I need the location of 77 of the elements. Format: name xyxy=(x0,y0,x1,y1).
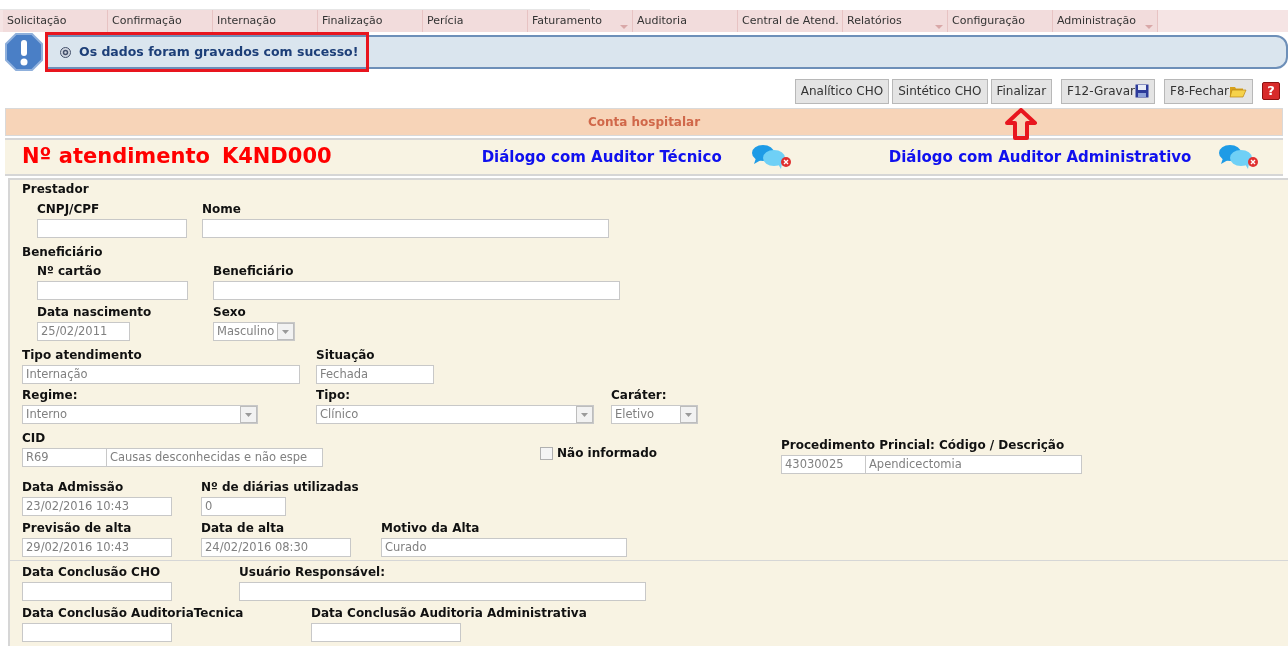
menu-item[interactable]: Administração xyxy=(1053,10,1158,32)
toolbar-button[interactable]: Sintético CHO xyxy=(892,78,988,104)
toolbar-button[interactable]: F8-Fechar xyxy=(1164,78,1253,104)
input-field[interactable] xyxy=(202,219,609,238)
input-field[interactable] xyxy=(311,623,461,642)
menu-item[interactable]: Relatórios xyxy=(843,10,948,32)
field-label: Data Conclusão AuditoriaTecnica xyxy=(22,605,245,621)
input-field[interactable] xyxy=(239,582,646,601)
field-label: Motivo da Alta xyxy=(381,520,481,536)
input-field[interactable]: 0 xyxy=(201,497,286,516)
dropdown[interactable]: Masculino xyxy=(213,322,295,341)
input-field[interactable]: 23/02/2016 10:43 xyxy=(22,497,172,516)
field-label: Nº cartão xyxy=(37,263,103,279)
field-label: Nome xyxy=(202,201,242,217)
section-header: Conta hospitalar xyxy=(6,109,1282,135)
section-label: Beneficiário xyxy=(22,244,104,260)
field-label: Sexo xyxy=(213,304,247,320)
alert-icon xyxy=(5,33,43,71)
input-field[interactable] xyxy=(37,219,187,238)
input-field[interactable] xyxy=(22,582,172,601)
checkbox-label: Não informado xyxy=(557,445,658,462)
field-label: Procedimento Princial: Código / Descrição xyxy=(781,437,1066,453)
field-label: Tipo: xyxy=(316,387,351,403)
dropdown[interactable]: Clínico xyxy=(316,405,594,424)
menu-item[interactable]: Confirmação xyxy=(108,10,213,32)
toolbar-button[interactable]: Analítico CHO xyxy=(794,78,890,104)
menu-item[interactable]: Internação xyxy=(213,10,318,32)
field-label: Usuário Responsável: xyxy=(239,564,386,580)
field-label: Data nascimento xyxy=(37,304,153,320)
menu-item[interactable]: Finalização xyxy=(318,10,423,32)
field-label: Data de alta xyxy=(201,520,286,536)
input-field[interactable]: 43030025 xyxy=(781,455,866,474)
dialog-link[interactable]: Diálogo com Auditor Administrativo xyxy=(888,145,1192,169)
field-label: Situação xyxy=(316,347,376,363)
field-label: CNPJ/CPF xyxy=(37,201,101,217)
field-label: Beneficiário xyxy=(213,263,295,279)
input-field[interactable]: Causas desconhecidas e não espe xyxy=(107,448,323,467)
input-field[interactable]: 29/02/2016 10:43 xyxy=(22,538,172,557)
field-label: Data Conclusão CHO xyxy=(22,564,162,580)
field-label: CID xyxy=(22,430,47,446)
menu-item[interactable]: Configuração xyxy=(948,10,1053,32)
checkbox[interactable] xyxy=(540,446,553,460)
menu-item[interactable]: Faturamento xyxy=(528,10,633,32)
field-label: Data Conclusão Auditoria Administrativa xyxy=(311,605,588,621)
field-label: Caráter: xyxy=(611,387,668,403)
success-message: Os dados foram gravados com sucesso! xyxy=(79,42,359,61)
dropdown[interactable]: Eletivo xyxy=(611,405,698,424)
chat-bubbles-icon xyxy=(1218,144,1259,170)
field-label: Tipo atendimento xyxy=(22,347,143,363)
input-field[interactable]: Curado xyxy=(381,538,627,557)
input-field[interactable]: 24/02/2016 08:30 xyxy=(201,538,351,557)
input-field[interactable]: R69 xyxy=(22,448,107,467)
menu-item[interactable]: Central de Atend. xyxy=(738,10,843,32)
field-label: Previsão de alta xyxy=(22,520,133,536)
section-label: Prestador xyxy=(22,181,90,197)
input-field[interactable]: Apendicectomia xyxy=(866,455,1082,474)
menu-item[interactable]: Solicitação xyxy=(3,10,108,32)
toolbar-button[interactable]: F12-Gravar xyxy=(1061,78,1155,104)
atendimento-number: K4ND000 xyxy=(221,143,332,171)
field-label: Data Admissão xyxy=(22,479,125,495)
atendimento-label: Nº atendimento xyxy=(22,143,210,171)
input-field[interactable]: Internação xyxy=(22,365,300,384)
input-field[interactable]: 25/02/2011 xyxy=(37,322,130,341)
input-field[interactable] xyxy=(37,281,188,300)
dialog-link[interactable]: Diálogo com Auditor Técnico xyxy=(481,145,722,169)
field-label: Regime: xyxy=(22,387,79,403)
help-button[interactable]: ? xyxy=(1262,82,1280,100)
dropdown[interactable]: Interno xyxy=(22,405,258,424)
info-icon xyxy=(60,46,71,58)
input-field[interactable] xyxy=(213,281,620,300)
input-field[interactable]: Fechada xyxy=(316,365,434,384)
field-label: Nº de diárias utilizadas xyxy=(201,479,360,495)
folder-icon xyxy=(1229,84,1247,98)
menu-item[interactable]: Auditoria xyxy=(633,10,738,32)
input-field[interactable] xyxy=(22,623,172,642)
chat-bubbles-icon xyxy=(750,144,791,170)
menu-item[interactable]: Perícia xyxy=(423,10,528,32)
